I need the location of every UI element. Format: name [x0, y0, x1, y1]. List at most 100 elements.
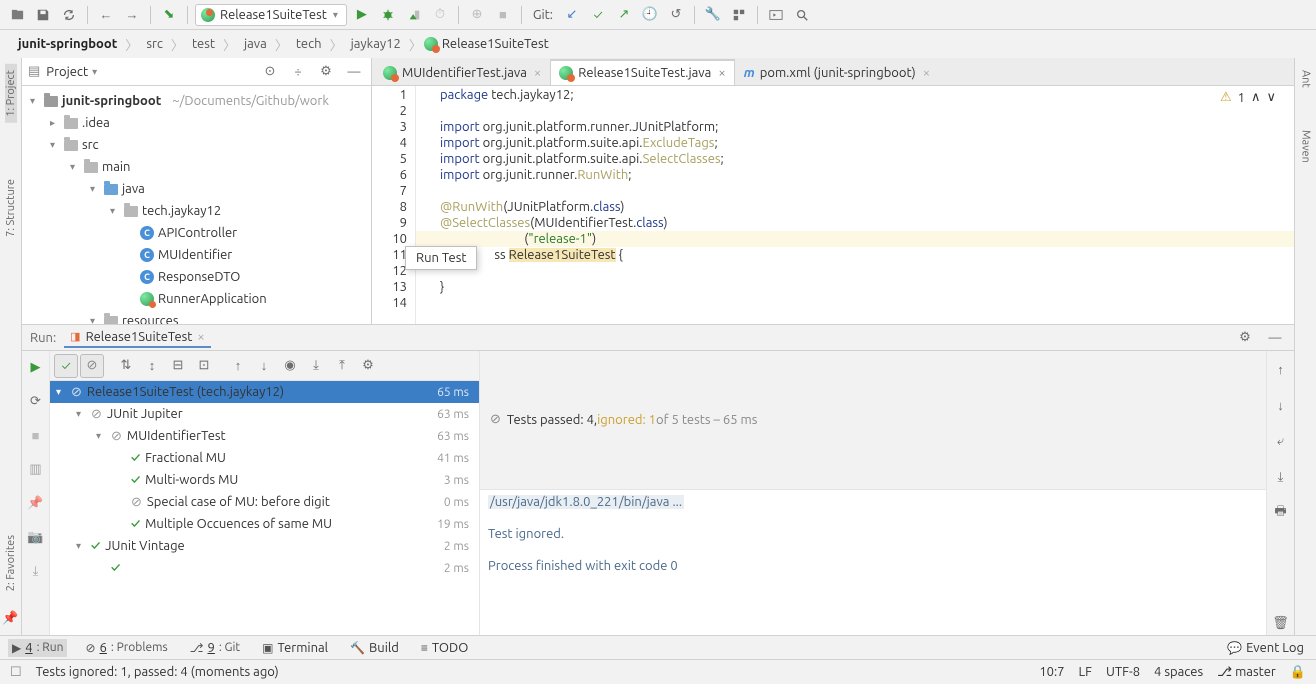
test-row[interactable]: ⊘Special case of MU: before digit0 ms	[50, 491, 479, 513]
settings-icon[interactable]: 🔧	[702, 4, 724, 26]
camera-icon[interactable]: 📷	[24, 525, 48, 549]
pin-icon[interactable]: 📌	[24, 491, 48, 515]
run-anything-icon[interactable]	[765, 4, 787, 26]
gear-icon[interactable]: ⚙	[315, 61, 337, 83]
back-icon[interactable]: ←	[95, 4, 117, 26]
gear-icon[interactable]: ⚙	[356, 354, 380, 378]
test-row[interactable]: ✓Multiple Occuences of same MU19 ms	[50, 513, 479, 535]
attach-icon[interactable]: ⊕	[466, 4, 488, 26]
sidebar-tab-ant[interactable]: Ant	[1300, 64, 1312, 94]
tool-problems[interactable]: ⊘ 6: Problems	[81, 639, 171, 657]
breadcrumb-item[interactable]: jaykay12	[345, 35, 407, 53]
tree-item[interactable]: CResponseDTO	[22, 266, 371, 288]
loop-icon[interactable]: ◉	[278, 354, 302, 378]
toggle-auto-icon[interactable]: ⟳	[24, 389, 48, 413]
sort-abc-icon[interactable]: ↕	[140, 354, 164, 378]
tree-item[interactable]: CAPIController	[22, 222, 371, 244]
test-tree[interactable]: ▾⊘Release1SuiteTest (tech.jaykay12)65 ms…	[50, 381, 479, 635]
debug-icon[interactable]	[377, 4, 399, 26]
breadcrumb-item[interactable]: java	[238, 35, 273, 53]
tool-event-log[interactable]: 💬 Event Log	[1223, 639, 1308, 657]
sidebar-tab-structure[interactable]: 7: Structure	[5, 173, 17, 243]
up-icon[interactable]: ↑	[1269, 357, 1293, 381]
coverage-icon[interactable]	[403, 4, 425, 26]
layout-icon[interactable]: ▥	[24, 457, 48, 481]
print-icon[interactable]: 🖶	[1269, 501, 1293, 525]
expand-all-icon[interactable]: ⊟	[166, 354, 190, 378]
vcs-commit-icon[interactable]: ✓	[587, 4, 609, 26]
tree-item[interactable]: CMUIdentifier	[22, 244, 371, 266]
next-test-icon[interactable]: ↓	[252, 354, 276, 378]
breadcrumb-item[interactable]: test	[186, 35, 221, 53]
close-icon[interactable]: ×	[534, 66, 541, 80]
breadcrumb-item[interactable]: src	[140, 35, 169, 53]
import-icon[interactable]: ⤓	[304, 354, 328, 378]
code-content[interactable]: package tech.jaykay12; import org.junit.…	[416, 86, 1294, 324]
run-icon[interactable]: ▶	[351, 4, 373, 26]
locate-icon[interactable]: ⊙	[259, 61, 281, 83]
clear-icon[interactable]: 🗑	[1269, 611, 1293, 635]
breadcrumb-item[interactable]: junit-springboot	[12, 35, 123, 53]
hide-icon[interactable]: —	[1264, 327, 1286, 349]
vcs-history-icon[interactable]: 🕘	[639, 4, 661, 26]
scroll-end-icon[interactable]: ⤓	[1269, 465, 1293, 489]
sidebar-tab-maven[interactable]: Maven	[1300, 124, 1312, 169]
open-icon[interactable]	[6, 4, 28, 26]
test-row[interactable]: ✓Multi-words MU3 ms	[50, 469, 479, 491]
stop-icon[interactable]: ■	[24, 423, 48, 447]
expand-icon[interactable]: ÷	[287, 61, 309, 83]
save-all-icon[interactable]	[32, 4, 54, 26]
show-ignored-icon[interactable]: ⊘	[80, 354, 104, 378]
lock-icon[interactable]: 🔒	[1290, 665, 1306, 680]
sidebar-tab-favorites[interactable]: 2: Favorites	[5, 529, 17, 597]
tree-item[interactable]: ▸.idea	[22, 112, 371, 134]
test-row[interactable]: ▾⊘JUnit Jupiter63 ms	[50, 403, 479, 425]
bookmark-icon[interactable]: 📌	[0, 607, 22, 629]
git-branch[interactable]: ⎇ master	[1217, 665, 1276, 680]
close-icon[interactable]: ×	[197, 330, 204, 344]
build-icon[interactable]: ⬊	[158, 4, 180, 26]
sort-icon[interactable]: ⇅	[114, 354, 138, 378]
show-passed-icon[interactable]: ✓	[54, 354, 78, 378]
caret-position[interactable]: 10:7	[1039, 665, 1064, 679]
breadcrumb-item[interactable]: tech	[290, 35, 328, 53]
tool-todo[interactable]: ≡ TODO	[417, 639, 472, 657]
tree-item[interactable]: ▾main	[22, 156, 371, 178]
run-tab[interactable]: ◨ Release1SuiteTest ×	[64, 328, 211, 348]
gear-icon[interactable]: ⚙	[1234, 327, 1256, 349]
console-output[interactable]: /usr/java/jdk1.8.0_221/bin/java ... Test…	[480, 490, 1266, 636]
forward-icon[interactable]: →	[121, 4, 143, 26]
sidebar-tab-project[interactable]: 1: Project	[5, 64, 17, 123]
project-tree[interactable]: ▾junit-springboot ~/Documents/Github/wor…	[22, 86, 371, 324]
close-icon[interactable]: ×	[718, 66, 725, 80]
encoding[interactable]: UTF-8	[1106, 665, 1140, 679]
run-config-selector[interactable]: Release1SuiteTest ▾	[195, 4, 347, 26]
tree-item[interactable]: ▾tech.jaykay12	[22, 200, 371, 222]
export-icon[interactable]: ⤓	[24, 559, 48, 583]
prev-highlight-icon[interactable]: ∧	[1251, 90, 1261, 105]
test-row[interactable]: ✓2 ms	[50, 557, 479, 579]
tool-terminal[interactable]: ▣ Terminal	[258, 639, 332, 657]
vcs-rollback-icon[interactable]: ↺	[665, 4, 687, 26]
tool-build[interactable]: 🔨 Build	[346, 639, 403, 657]
collapse-all-icon[interactable]: ⊡	[192, 354, 216, 378]
test-row[interactable]: ▾⊘Release1SuiteTest (tech.jaykay12)65 ms	[50, 381, 479, 403]
prev-test-icon[interactable]: ↑	[226, 354, 250, 378]
search-everywhere-icon[interactable]	[791, 4, 813, 26]
tree-item[interactable]: RunnerApplication	[22, 288, 371, 310]
rerun-icon[interactable]: ▶	[24, 355, 48, 379]
indent[interactable]: 4 spaces	[1154, 665, 1203, 679]
inspection-widget[interactable]: ⚠ 1 ∧ ∨	[1220, 90, 1276, 105]
down-icon[interactable]: ↓	[1269, 393, 1293, 417]
vcs-update-icon[interactable]: ↙	[561, 4, 583, 26]
breadcrumb-leaf[interactable]: Release1SuiteTest	[424, 37, 549, 51]
soft-wrap-icon[interactable]: ⤶	[1269, 429, 1293, 453]
editor-tab[interactable]: MUIdentifierTest.java×	[374, 59, 550, 85]
test-row[interactable]: ✓Fractional MU41 ms	[50, 447, 479, 469]
tree-item[interactable]: ▾resources	[22, 310, 371, 324]
test-row[interactable]: ▾✓JUnit Vintage2 ms	[50, 535, 479, 557]
editor-tab[interactable]: Release1SuiteTest.java×	[550, 59, 734, 85]
hide-icon[interactable]: —	[343, 61, 365, 83]
profile-icon[interactable]: ⏱	[429, 4, 451, 26]
next-highlight-icon[interactable]: ∨	[1266, 90, 1276, 105]
